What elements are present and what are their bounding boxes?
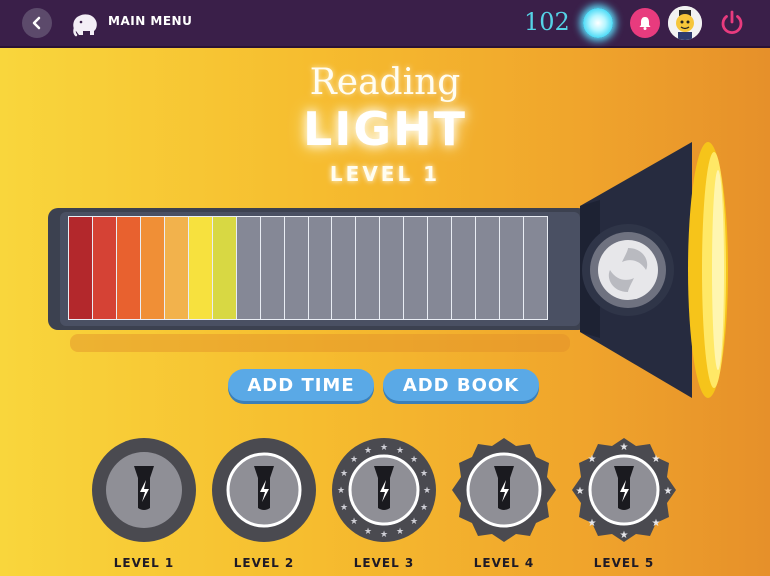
meter-segment-filled (188, 217, 213, 319)
title-reading: Reading (309, 62, 461, 103)
level-4-label: LEVEL 4 (473, 556, 535, 570)
svg-text:★: ★ (576, 486, 585, 497)
svg-text:★: ★ (420, 469, 428, 479)
svg-text:★: ★ (420, 503, 428, 513)
bell-icon (639, 17, 651, 30)
svg-text:★: ★ (364, 446, 372, 456)
svg-text:★: ★ (340, 503, 348, 513)
meter-segment-filled (92, 217, 117, 319)
meter-segment-empty (356, 217, 381, 319)
svg-text:★: ★ (410, 517, 418, 527)
meter-segment-empty (404, 217, 429, 319)
level-2-badge[interactable] (210, 436, 318, 544)
meter-segment-empty (476, 217, 501, 319)
svg-text:★: ★ (620, 530, 629, 541)
svg-text:★: ★ (620, 442, 629, 453)
svg-text:★: ★ (588, 518, 597, 529)
notifications-button[interactable] (630, 8, 660, 38)
meter-segment-empty (524, 217, 548, 319)
avatar-character-icon (668, 6, 702, 40)
level-1-label: LEVEL 1 (113, 556, 175, 570)
svg-text:★: ★ (423, 486, 431, 496)
level-5-label: LEVEL 5 (593, 556, 655, 570)
avatar[interactable] (668, 6, 702, 40)
svg-text:★: ★ (350, 517, 358, 527)
level-3-badge[interactable]: ★ ★ ★ ★ ★ ★ ★ ★ ★ ★ ★ ★ ★ ★ ★ ★ (330, 436, 438, 544)
meter-segment-filled (140, 217, 165, 319)
svg-text:★: ★ (380, 530, 388, 540)
meter-segment-empty (236, 217, 261, 319)
meter-segment-filled (164, 217, 189, 319)
meter-segment-empty (380, 217, 405, 319)
main-menu-link[interactable]: MAIN MENU (108, 14, 192, 28)
svg-text:★: ★ (350, 455, 358, 465)
meter-segment-empty (284, 217, 309, 319)
svg-text:★: ★ (588, 454, 597, 465)
orb-icon (583, 8, 613, 38)
meter-segment-empty (332, 217, 357, 319)
meter-segment-filled (212, 217, 237, 319)
svg-text:★: ★ (396, 446, 404, 456)
svg-text:★: ★ (652, 454, 661, 465)
add-book-button[interactable]: ADD BOOK (383, 369, 539, 401)
meter-segment-empty (452, 217, 477, 319)
svg-text:★: ★ (364, 527, 372, 537)
svg-text:★: ★ (396, 527, 404, 537)
meter-segment-empty (500, 217, 525, 319)
reading-progress-meter (68, 216, 548, 320)
level-1-badge[interactable] (90, 436, 198, 544)
top-bar: MAIN MENU 102 (0, 0, 770, 48)
meter-segment-filled (116, 217, 141, 319)
meter-segment-empty (308, 217, 333, 319)
add-time-button[interactable]: ADD TIME (228, 369, 374, 401)
level-5-badge[interactable]: ★ ★ ★ ★ ★ ★ ★ ★ (570, 436, 678, 544)
meter-segment-empty (260, 217, 285, 319)
svg-text:★: ★ (337, 486, 345, 496)
power-icon[interactable] (716, 7, 748, 39)
svg-text:★: ★ (652, 518, 661, 529)
level-2-label: LEVEL 2 (233, 556, 295, 570)
svg-text:★: ★ (664, 486, 673, 497)
elephant-icon[interactable] (70, 9, 100, 37)
meter-segment-empty (428, 217, 453, 319)
level-3-label: LEVEL 3 (353, 556, 415, 570)
level-4-badge[interactable] (450, 436, 558, 544)
back-button[interactable] (22, 8, 52, 38)
meter-segment-filled (69, 217, 93, 319)
svg-text:★: ★ (380, 443, 388, 453)
chevron-left-icon (32, 16, 41, 30)
points-counter: 102 (524, 8, 570, 36)
svg-text:★: ★ (340, 469, 348, 479)
svg-text:★: ★ (410, 455, 418, 465)
